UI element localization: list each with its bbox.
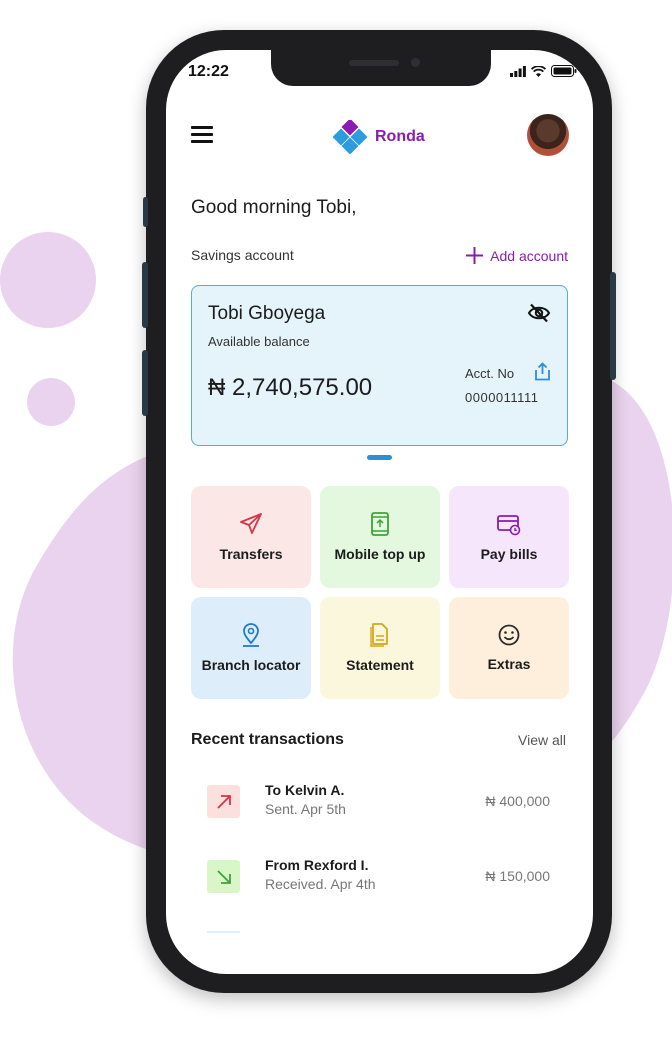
phone-icon [371, 512, 389, 536]
phone-side-button [143, 197, 148, 227]
transaction-row[interactable]: From Rexford I. Received. Apr 4th ₦ 150,… [166, 857, 593, 907]
phone-volume-down-button [142, 350, 148, 416]
account-number: 0000011111 [465, 390, 539, 405]
branch-locator-label: Branch locator [201, 657, 301, 673]
add-account-label: Add account [490, 247, 568, 264]
phone-power-button [610, 272, 616, 380]
statement-tile[interactable]: Statement [320, 597, 440, 699]
wifi-icon [531, 65, 546, 77]
recent-transactions-title: Recent transactions [191, 731, 344, 748]
document-icon [370, 623, 388, 647]
menu-icon[interactable] [191, 126, 213, 144]
transaction-amount: ₦ 400,000 [485, 793, 550, 809]
location-pin-icon [243, 623, 259, 647]
mobile-top-up-tile[interactable]: Mobile top up [320, 486, 440, 588]
transaction-icon-box [207, 860, 240, 893]
transaction-icon-box [207, 785, 240, 818]
mobile-top-up-label: Mobile top up [334, 546, 426, 562]
greeting: Good morning Tobi, [191, 197, 357, 218]
arrow-up-right-icon [216, 794, 231, 809]
pay-bills-tile[interactable]: Pay bills [449, 486, 569, 588]
brand: Ronda [333, 120, 425, 154]
hide-balance-icon[interactable] [527, 303, 551, 323]
status-icons [510, 65, 577, 77]
balance-label: Available balance [208, 334, 310, 349]
transaction-name: From Rexford I. [265, 857, 369, 873]
transaction-amount: ₦ 150,000 [485, 868, 550, 884]
transaction-row[interactable]: To Kelvin A. Sent. Apr 5th ₦ 400,000 [166, 782, 593, 832]
account-number-label: Acct. No [465, 366, 515, 381]
transaction-name: To Kelvin A. [265, 782, 345, 798]
decor-circle-large [0, 232, 96, 328]
transaction-detail: Received. Apr 4th [265, 876, 376, 892]
smiley-icon [498, 624, 520, 646]
card-pager-indicator[interactable] [367, 455, 392, 460]
camera [411, 58, 420, 67]
balance-card[interactable]: Tobi Gboyega Available balance ₦ 2,740,5… [191, 285, 568, 446]
balance-amount: ₦ 2,740,575.00 [208, 374, 373, 401]
avatar[interactable] [527, 114, 569, 156]
app-screen: 12:22 Ronda Good morning Tobi, Savings a… [166, 50, 593, 974]
extras-tile[interactable]: Extras [449, 597, 569, 699]
transaction-row-partial [207, 931, 240, 933]
diamond-logo-icon [333, 120, 367, 154]
account-type-label: Savings account [191, 247, 294, 263]
account-holder-name: Tobi Gboyega [208, 303, 326, 324]
phone-volume-up-button [142, 262, 148, 328]
battery-icon [551, 65, 577, 77]
transfers-label: Transfers [219, 546, 283, 562]
plus-icon [466, 247, 484, 264]
extras-label: Extras [487, 656, 531, 672]
transaction-detail: Sent. Apr 5th [265, 801, 346, 817]
view-all-link[interactable]: View all [518, 732, 566, 748]
decor-circle-small [27, 378, 75, 426]
branch-locator-tile[interactable]: Branch locator [191, 597, 311, 699]
share-icon[interactable] [534, 362, 551, 381]
pay-bills-label: Pay bills [480, 546, 538, 562]
statement-label: Statement [346, 657, 414, 673]
arrow-down-right-icon [216, 869, 231, 884]
speaker [349, 60, 399, 66]
add-account-button[interactable]: Add account [465, 246, 568, 265]
signal-icon [510, 65, 526, 77]
send-icon [240, 513, 262, 534]
phone-notch [271, 50, 491, 86]
transfers-tile[interactable]: Transfers [191, 486, 311, 588]
bill-icon [497, 515, 521, 536]
status-time: 12:22 [188, 63, 229, 80]
brand-name: Ronda [375, 128, 425, 145]
